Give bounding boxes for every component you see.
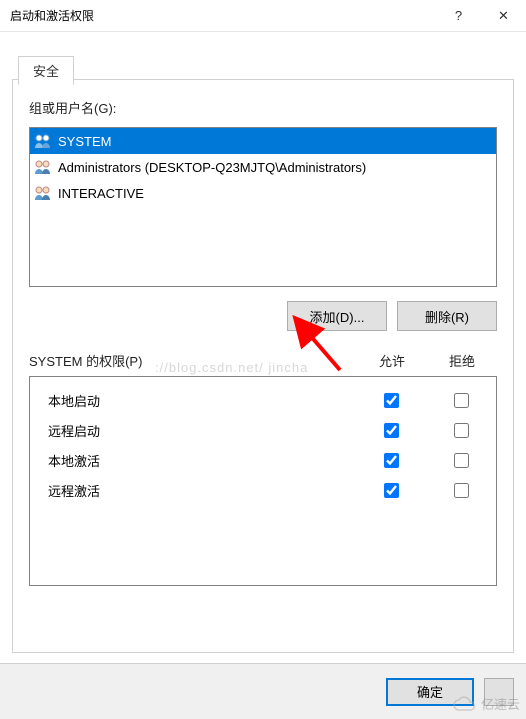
add-button[interactable]: 添加(D)... xyxy=(287,301,387,331)
user-label: SYSTEM xyxy=(58,134,111,149)
dialog-footer: 确定 xyxy=(0,663,526,719)
allow-checkbox[interactable] xyxy=(384,483,399,498)
user-list[interactable]: SYSTEM Administrators (DESKTOP-Q23MJTQ\A… xyxy=(29,127,497,287)
tab-content: 组或用户名(G): SYSTEM Administrators (DESKTOP… xyxy=(12,79,514,653)
deny-checkbox[interactable] xyxy=(454,453,469,468)
tab-security[interactable]: 安全 xyxy=(18,56,74,85)
titlebar: 启动和激活权限 ? ✕ xyxy=(0,0,526,32)
ok-button[interactable]: 确定 xyxy=(386,678,474,706)
tab-strip: 安全 xyxy=(18,56,74,85)
user-row-interactive[interactable]: INTERACTIVE xyxy=(30,180,496,206)
allow-checkbox[interactable] xyxy=(384,393,399,408)
remove-button[interactable]: 删除(R) xyxy=(397,301,497,331)
perm-label: 远程激活 xyxy=(48,481,356,500)
allow-checkbox[interactable] xyxy=(384,423,399,438)
deny-checkbox[interactable] xyxy=(454,483,469,498)
permissions-list: 本地启动 远程启动 本地激活 远程激活 xyxy=(29,376,497,586)
groups-users-label: 组或用户名(G): xyxy=(29,98,497,117)
deny-checkbox[interactable] xyxy=(454,393,469,408)
user-buttons: 添加(D)... 删除(R) xyxy=(29,301,497,331)
users-icon xyxy=(34,159,52,175)
perm-row-local-activate: 本地激活 xyxy=(30,445,496,475)
user-row-system[interactable]: SYSTEM xyxy=(30,128,496,154)
users-icon xyxy=(34,133,52,149)
window-title: 启动和激活权限 xyxy=(10,7,436,24)
user-row-admins[interactable]: Administrators (DESKTOP-Q23MJTQ\Administ… xyxy=(30,154,496,180)
perm-row-local-launch: 本地启动 xyxy=(30,385,496,415)
perm-label: 本地激活 xyxy=(48,451,356,470)
allow-header: 允许 xyxy=(357,351,427,370)
allow-checkbox[interactable] xyxy=(384,453,399,468)
cancel-button[interactable] xyxy=(484,678,514,706)
deny-header: 拒绝 xyxy=(427,351,497,370)
user-label: INTERACTIVE xyxy=(58,186,144,201)
perm-label: 远程启动 xyxy=(48,421,356,440)
users-icon xyxy=(34,185,52,201)
permissions-header: SYSTEM 的权限(P) 允许 拒绝 xyxy=(29,351,497,370)
deny-checkbox[interactable] xyxy=(454,423,469,438)
help-button[interactable]: ? xyxy=(436,1,481,31)
perm-row-remote-launch: 远程启动 xyxy=(30,415,496,445)
perm-label: 本地启动 xyxy=(48,391,356,410)
close-button[interactable]: ✕ xyxy=(481,1,526,31)
perm-row-remote-activate: 远程激活 xyxy=(30,475,496,505)
user-label: Administrators (DESKTOP-Q23MJTQ\Administ… xyxy=(58,160,366,175)
permissions-for-label: SYSTEM 的权限(P) xyxy=(29,351,357,370)
